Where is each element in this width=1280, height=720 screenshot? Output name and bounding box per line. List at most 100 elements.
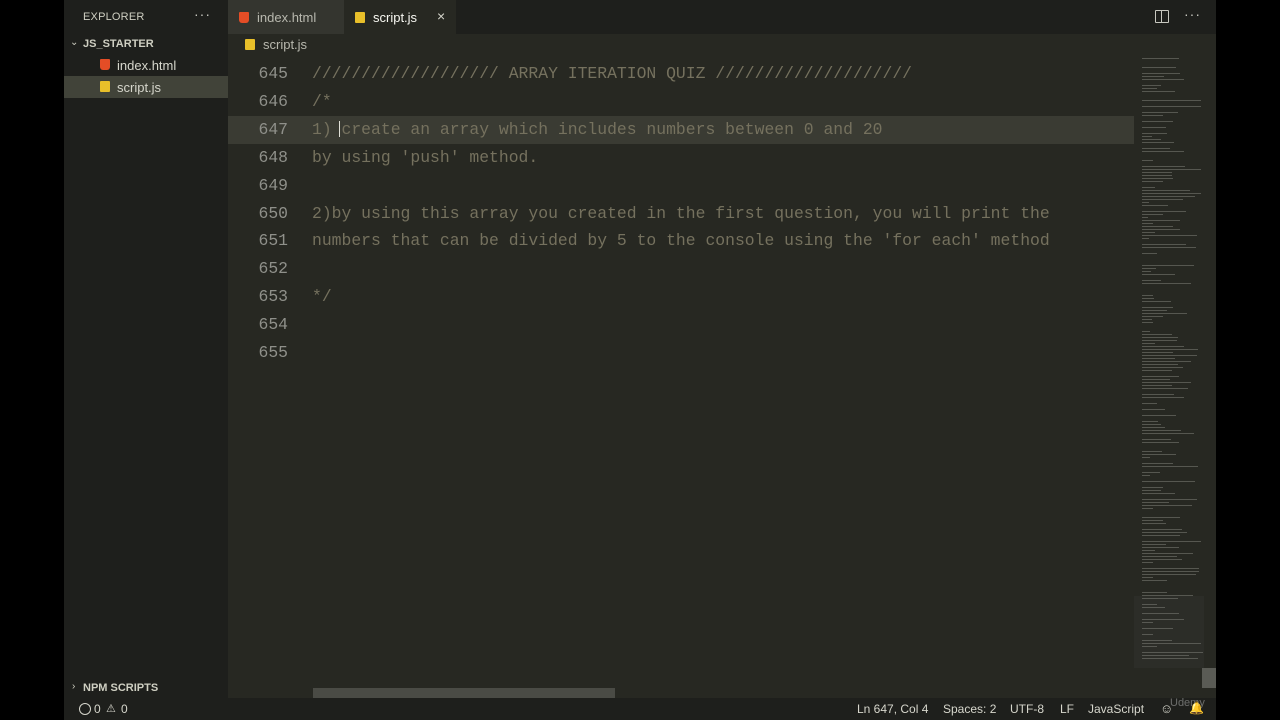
minimap-line [1142, 544, 1166, 545]
minimap-line [1142, 508, 1153, 509]
vertical-scrollbar-thumb[interactable] [1202, 668, 1216, 688]
minimap-line [1142, 313, 1187, 314]
js-file-icon [100, 81, 110, 92]
minimap-line [1142, 172, 1172, 173]
minimap-line [1142, 223, 1153, 224]
minimap-line [1142, 640, 1172, 641]
minimap-line [1142, 646, 1157, 647]
minimap-line [1142, 505, 1192, 506]
minimap-line [1142, 349, 1198, 350]
explorer-more-icon[interactable]: ··· [194, 6, 211, 22]
line-number: 652 [258, 259, 288, 278]
error-icon[interactable] [79, 703, 91, 715]
npm-scripts-section[interactable]: › NPM SCRIPTS [64, 679, 228, 698]
minimap-line [1142, 205, 1168, 206]
minimap-line [1142, 502, 1169, 503]
tab-script-js[interactable]: script.js × [344, 0, 456, 34]
minimap-line [1142, 556, 1177, 557]
minimap-line [1142, 127, 1166, 128]
warning-icon[interactable]: ⚠ [106, 702, 116, 715]
explorer-sidebar: EXPLORER ··· ⌄ JS_STARTER index.html scr… [64, 0, 228, 698]
minimap-line [1142, 535, 1180, 536]
explorer-header: EXPLORER ··· [64, 0, 228, 34]
end-of-line[interactable]: LF [1060, 702, 1074, 716]
minimap-line [1142, 622, 1153, 623]
editor-more-icon[interactable]: ··· [1184, 6, 1201, 22]
line-number: 653 [258, 287, 288, 306]
encoding[interactable]: UTF-8 [1010, 702, 1044, 716]
sidebar-item-script-js[interactable]: script.js [64, 76, 228, 98]
minimap-line [1142, 403, 1157, 404]
line-number: 646 [258, 92, 288, 111]
minimap-line [1142, 193, 1201, 194]
split-editor-icon[interactable] [1155, 10, 1169, 23]
minimap-line [1142, 199, 1183, 200]
minimap-line [1142, 463, 1173, 464]
code-line[interactable]: */ [312, 287, 332, 307]
code-line[interactable]: 2)by using this array you created in the… [312, 204, 1050, 224]
error-count[interactable]: 0 [94, 702, 101, 716]
minimap-line [1142, 229, 1180, 230]
minimap-line [1142, 580, 1167, 581]
minimap-line [1142, 322, 1153, 323]
minimap-line [1142, 628, 1173, 629]
tab-index-html[interactable]: index.html [228, 0, 344, 34]
minimap-line [1142, 352, 1173, 353]
folder-js-starter[interactable]: ⌄ JS_STARTER [64, 36, 228, 54]
minimap-line [1142, 433, 1194, 434]
minimap[interactable] [1134, 56, 1216, 668]
code-editor[interactable]: 645 /////////////////// ARRAY ITERATION … [228, 56, 1134, 698]
minimap-line [1142, 238, 1149, 239]
language-mode[interactable]: JavaScript [1088, 702, 1144, 716]
minimap-line [1142, 493, 1175, 494]
code-line[interactable]: by using 'push' method. [312, 148, 538, 168]
tab-label: script.js [373, 10, 418, 25]
minimap-line [1142, 598, 1178, 599]
minimap-line [1142, 79, 1184, 80]
minimap-line [1142, 190, 1190, 191]
sidebar-item-index-html[interactable]: index.html [64, 54, 228, 76]
minimap-line [1142, 337, 1178, 338]
code-line[interactable]: /////////////////// ARRAY ITERATION QUIZ… [312, 64, 912, 84]
minimap-line [1142, 307, 1173, 308]
minimap-line [1142, 76, 1164, 77]
minimap-line [1142, 592, 1167, 593]
minimap-line [1142, 67, 1176, 68]
minimap-line [1142, 397, 1184, 398]
warning-count[interactable]: 0 [121, 702, 128, 716]
minimap-line [1142, 574, 1196, 575]
minimap-line [1142, 139, 1161, 140]
cursor-position[interactable]: Ln 647, Col 4 [857, 702, 928, 716]
minimap-line [1142, 331, 1150, 332]
close-icon[interactable]: × [437, 8, 445, 24]
minimap-line [1142, 346, 1184, 347]
code-line[interactable]: /* [312, 92, 332, 112]
indentation[interactable]: Spaces: 2 [943, 702, 996, 716]
minimap-line [1142, 361, 1191, 362]
minimap-line [1142, 475, 1150, 476]
explorer-title: EXPLORER [83, 11, 145, 23]
minimap-line [1142, 217, 1148, 218]
horizontal-scrollbar[interactable] [313, 688, 615, 698]
minimap-line [1142, 298, 1154, 299]
minimap-line [1142, 280, 1161, 281]
minimap-line [1142, 244, 1186, 245]
minimap-line [1142, 151, 1184, 152]
minimap-line [1142, 271, 1151, 272]
npm-scripts-label: NPM SCRIPTS [83, 682, 159, 694]
minimap-line [1142, 274, 1175, 275]
line-number: 654 [258, 315, 288, 334]
minimap-line [1142, 316, 1163, 317]
minimap-line [1142, 577, 1153, 578]
minimap-line [1142, 529, 1182, 530]
breadcrumb-file[interactable]: script.js [263, 37, 307, 52]
minimap-line [1142, 487, 1163, 488]
minimap-line [1142, 295, 1153, 296]
line-number: 647 [258, 120, 288, 139]
minimap-line [1142, 187, 1155, 188]
code-line[interactable]: 1) create an array which includes number… [312, 120, 883, 140]
minimap-line [1142, 376, 1179, 377]
minimap-line [1142, 169, 1201, 170]
code-line[interactable]: numbers that can be divided by 5 to the … [312, 231, 1050, 251]
minimap-line [1142, 421, 1158, 422]
